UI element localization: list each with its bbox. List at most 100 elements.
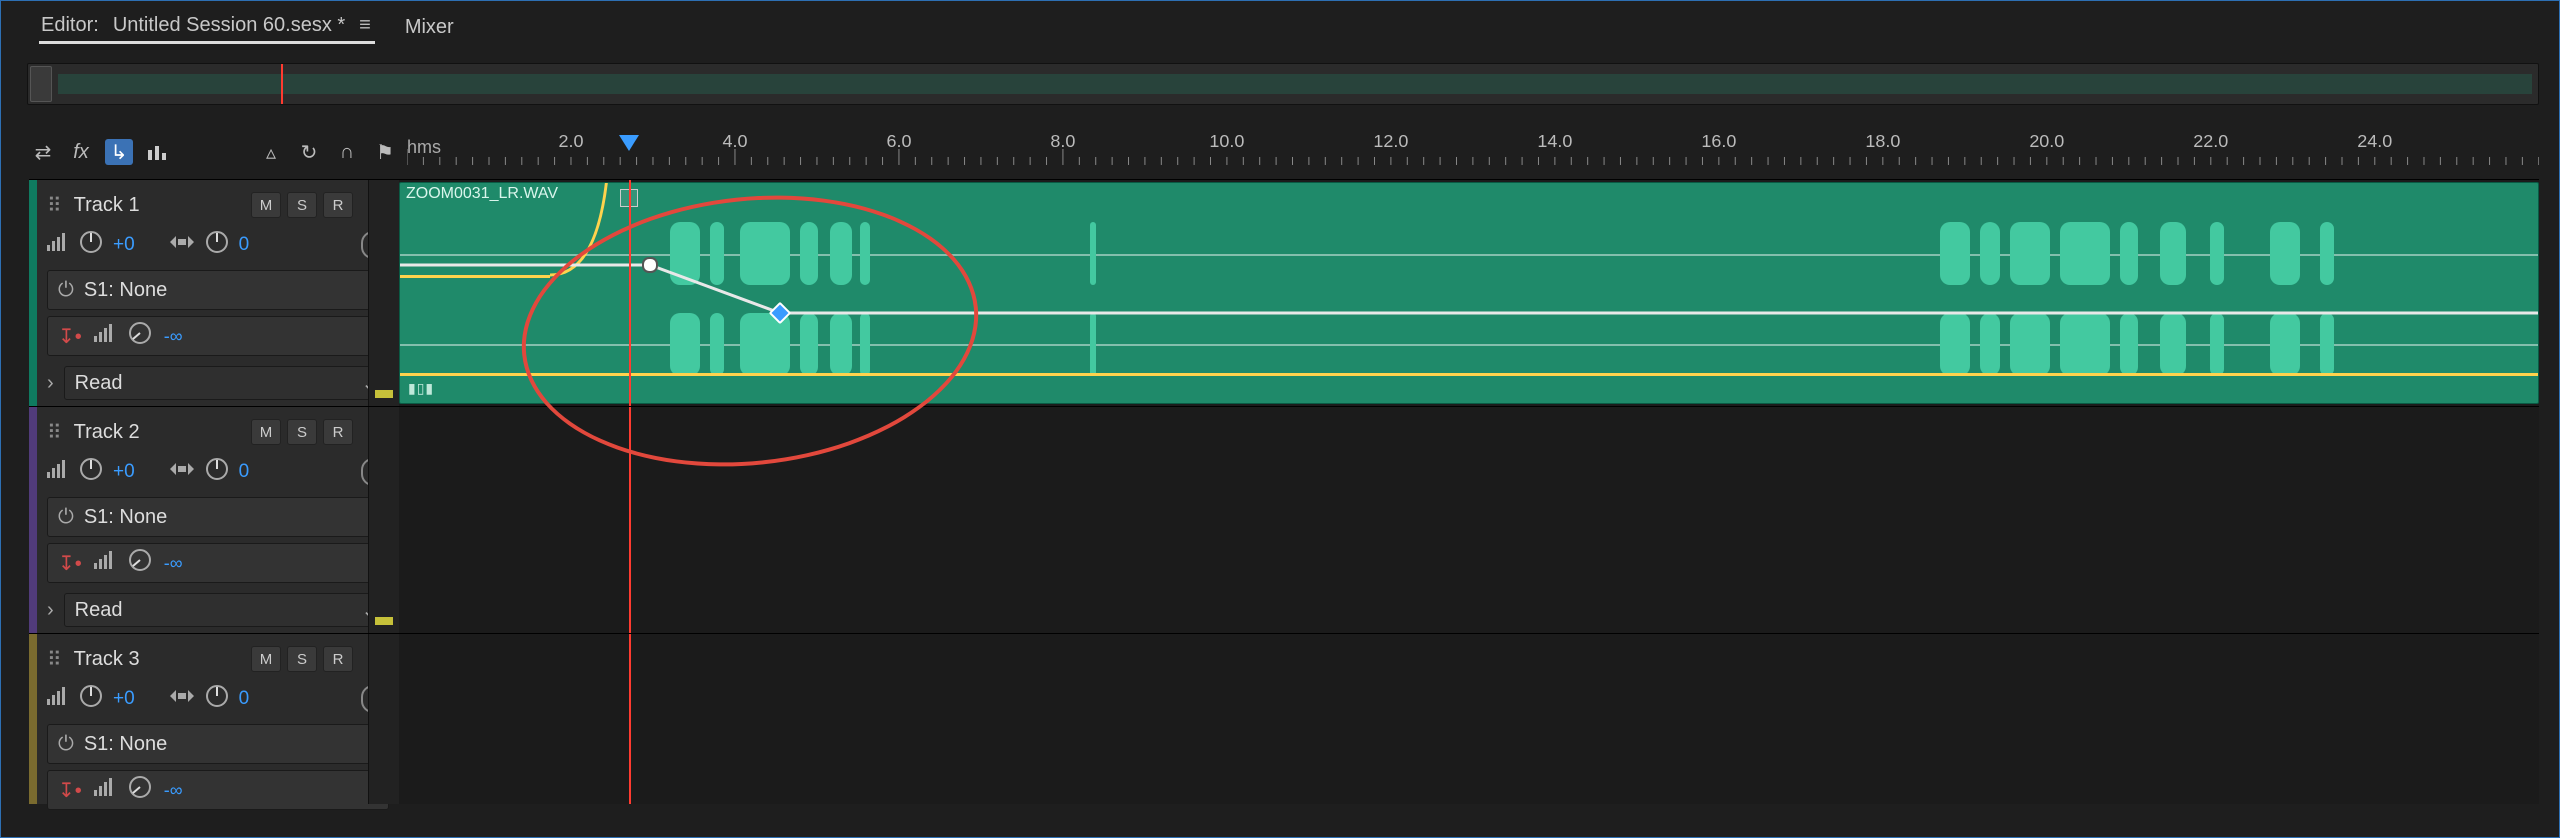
- playhead-line[interactable]: [629, 180, 631, 406]
- track-lane[interactable]: [399, 407, 2539, 633]
- power-icon[interactable]: ⏻: [58, 506, 74, 529]
- volume-meter-icon: [47, 687, 69, 711]
- send-value[interactable]: -∞: [164, 326, 183, 347]
- svg-text:20.0: 20.0: [2029, 135, 2064, 151]
- mute-button[interactable]: M: [251, 419, 281, 445]
- send-route-icon[interactable]: ↧•: [58, 778, 82, 803]
- inputs-outputs-icon[interactable]: ⇄: [29, 139, 57, 165]
- arm-record-button[interactable]: R: [323, 419, 353, 445]
- send-value[interactable]: -∞: [164, 780, 183, 801]
- send-knob-icon[interactable]: [128, 548, 152, 578]
- track-color-strip[interactable]: [29, 180, 37, 406]
- tab-editor-prefix: Editor:: [41, 14, 99, 37]
- send-slot[interactable]: ↧• -∞: [47, 316, 389, 356]
- timeline-overview[interactable]: [27, 63, 2539, 105]
- svg-text:10.0: 10.0: [1209, 135, 1244, 151]
- automation-mode-select[interactable]: Read ⌄: [64, 366, 389, 400]
- send-route-icon[interactable]: ↧•: [58, 551, 82, 576]
- fx-slot[interactable]: ⏻ S1: None ›: [47, 270, 389, 310]
- clip-level-icon: ▮▯▮: [408, 380, 434, 397]
- send-meter-icon: [94, 551, 116, 575]
- volume-value[interactable]: +0: [113, 688, 135, 710]
- automation-mode-label: Read: [75, 599, 123, 622]
- overview-clip-region: [58, 74, 2532, 94]
- track-meter: [368, 180, 399, 406]
- svg-text:16.0: 16.0: [1701, 135, 1736, 151]
- expand-automation-icon[interactable]: ›: [47, 372, 54, 395]
- tab-editor[interactable]: Editor: Untitled Session 60.sesx * ≡: [39, 10, 375, 44]
- track-panel-toolbar-right: ▵ ↻ ∩ ⚑: [257, 137, 399, 167]
- panel-menu-icon[interactable]: ≡: [359, 14, 373, 37]
- overview-left-handle[interactable]: [30, 66, 52, 102]
- mute-button[interactable]: M: [251, 192, 281, 218]
- volume-value[interactable]: +0: [113, 234, 135, 256]
- pan-knob-icon[interactable]: [205, 684, 229, 714]
- send-slot[interactable]: ↧• -∞: [47, 770, 389, 810]
- snapping-icon[interactable]: ∩: [333, 139, 361, 165]
- drag-handle-icon[interactable]: ⠿: [47, 193, 62, 218]
- drag-handle-icon[interactable]: ⠿: [47, 420, 62, 445]
- mute-button[interactable]: M: [251, 646, 281, 672]
- fx-icon[interactable]: fx: [67, 139, 95, 165]
- expand-automation-icon[interactable]: ›: [47, 599, 54, 622]
- track-color-strip[interactable]: [29, 407, 37, 633]
- solo-button[interactable]: S: [287, 192, 317, 218]
- power-icon[interactable]: ⏻: [58, 279, 74, 302]
- track-name[interactable]: Track 1: [74, 194, 239, 217]
- solo-button[interactable]: S: [287, 419, 317, 445]
- pan-icon: [169, 233, 195, 257]
- volume-automation-line-lower[interactable]: [400, 373, 2538, 376]
- track-color-strip[interactable]: [29, 634, 37, 804]
- app-root: Editor: Untitled Session 60.sesx * ≡ Mix…: [0, 0, 2560, 838]
- time-ruler[interactable]: hms 2.04.06.08.010.012.014.016.018.020.0…: [407, 135, 2539, 165]
- send-route-icon[interactable]: ↧•: [58, 324, 82, 349]
- send-meter-icon: [94, 778, 116, 802]
- ruler-ticks: 2.04.06.08.010.012.014.016.018.020.022.0…: [407, 135, 2539, 165]
- track-header: ⠿ Track 3 M S R I +0: [37, 634, 399, 804]
- track-name[interactable]: Track 2: [74, 421, 239, 444]
- svg-text:12.0: 12.0: [1373, 135, 1408, 151]
- pan-knob-icon[interactable]: [205, 457, 229, 487]
- pan-value[interactable]: 0: [239, 461, 250, 483]
- track-lane[interactable]: [399, 634, 2539, 804]
- tab-mixer[interactable]: Mixer: [403, 12, 456, 43]
- audio-clip[interactable]: ZOOM0031_LR.WAV: [399, 182, 2539, 404]
- send-slot[interactable]: ↧• -∞: [47, 543, 389, 583]
- automation-mode-select[interactable]: Read ⌄: [64, 593, 389, 627]
- volume-knob-icon[interactable]: [79, 684, 103, 714]
- fx-slot[interactable]: ⏻ S1: None ›: [47, 497, 389, 537]
- svg-text:6.0: 6.0: [886, 135, 911, 151]
- metronome-icon[interactable]: ▵: [257, 139, 285, 165]
- playhead-line[interactable]: [629, 407, 631, 633]
- send-value[interactable]: -∞: [164, 553, 183, 574]
- volume-knob-icon[interactable]: [79, 230, 103, 260]
- playhead-flag[interactable]: [619, 135, 639, 151]
- volume-knob-icon[interactable]: [79, 457, 103, 487]
- send-knob-icon[interactable]: [128, 775, 152, 805]
- svg-text:2.0: 2.0: [558, 135, 583, 151]
- volume-value[interactable]: +0: [113, 461, 135, 483]
- drag-handle-icon[interactable]: ⠿: [47, 647, 62, 672]
- loop-icon[interactable]: ↻: [295, 139, 323, 165]
- fx-slot-label: S1: None: [84, 279, 167, 302]
- eq-icon[interactable]: [143, 139, 171, 165]
- arm-record-button[interactable]: R: [323, 192, 353, 218]
- track-name[interactable]: Track 3: [74, 648, 239, 671]
- overview-playhead[interactable]: [281, 64, 283, 104]
- track-lane[interactable]: ZOOM0031_LR.WAV: [399, 180, 2539, 406]
- pan-automation-line[interactable]: [400, 183, 700, 403]
- send-knob-icon[interactable]: [128, 321, 152, 351]
- arm-record-button[interactable]: R: [323, 646, 353, 672]
- fx-slot[interactable]: ⏻ S1: None ›: [47, 724, 389, 764]
- volume-meter-icon: [47, 233, 69, 257]
- pan-knob-icon[interactable]: [205, 230, 229, 260]
- sends-icon[interactable]: ↳: [105, 139, 133, 165]
- power-icon[interactable]: ⏻: [58, 733, 74, 756]
- playhead-line[interactable]: [629, 634, 631, 804]
- svg-text:24.0: 24.0: [2357, 135, 2392, 151]
- pan-value[interactable]: 0: [239, 688, 250, 710]
- automation-keyframe[interactable]: [642, 257, 658, 273]
- marker-icon[interactable]: ⚑: [371, 139, 399, 165]
- solo-button[interactable]: S: [287, 646, 317, 672]
- pan-value[interactable]: 0: [239, 234, 250, 256]
